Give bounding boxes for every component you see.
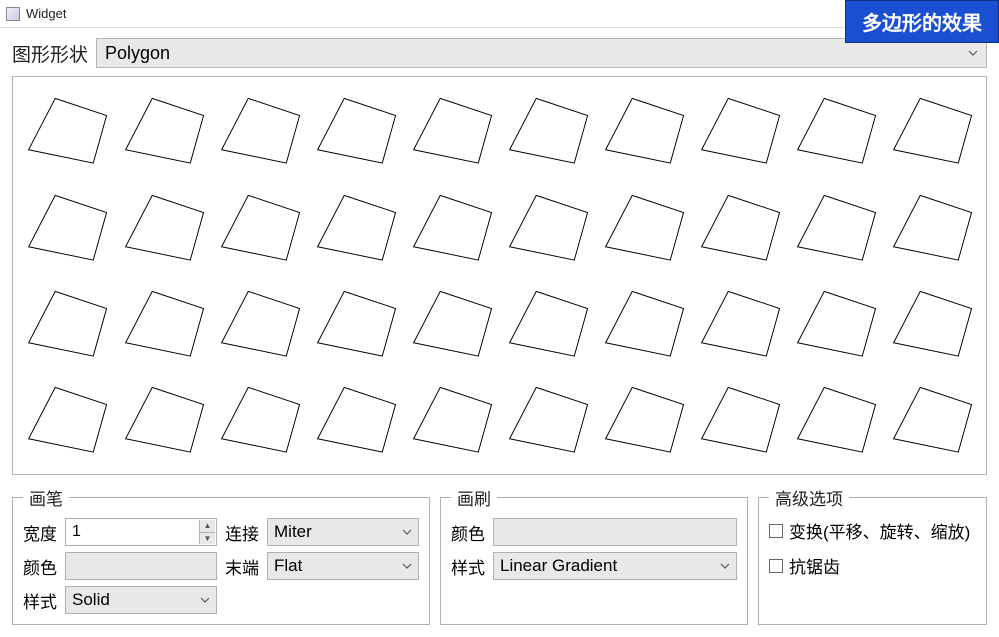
pen-color-label: 颜色 [23,554,57,579]
spin-down-button[interactable]: ▼ [199,533,215,545]
brush-color-label: 颜色 [451,520,485,545]
polygon-shape [884,372,980,468]
polygon-shape [596,83,692,179]
polygon-shape [115,179,211,275]
brush-legend: 画刷 [451,485,497,510]
polygon-shape [307,276,403,372]
polygon-shape [307,179,403,275]
pen-style-label: 样式 [23,588,57,613]
polygon-shape [499,372,595,468]
polygon-shape [115,83,211,179]
polygon-shape [19,179,115,275]
pen-style-select[interactable]: Solid [65,586,217,614]
polygon-shape [19,372,115,468]
chevron-down-icon [402,527,412,537]
polygon-shape [692,83,788,179]
pen-width-input[interactable]: 1 ▲ ▼ [65,518,217,546]
polygon-shape [211,372,307,468]
polygon-shape [211,276,307,372]
polygon-shape [115,276,211,372]
polygon-shape [499,83,595,179]
polygon-shape [788,276,884,372]
pen-cap-value: Flat [274,556,302,576]
polygon-shape [596,372,692,468]
pen-group: 画笔 宽度 1 ▲ ▼ 连接 Miter 颜色 末端 [12,485,430,625]
brush-group: 画刷 颜色 样式 Linear Gradient [440,485,748,625]
polygon-shape [596,179,692,275]
shape-select-value: Polygon [105,43,170,64]
chevron-down-icon [402,561,412,571]
render-area [12,76,987,475]
polygon-shape [788,83,884,179]
polygon-shape [115,372,211,468]
pen-width-label: 宽度 [23,520,57,545]
advanced-legend: 高级选项 [769,485,849,510]
polygon-shape [403,276,499,372]
pen-join-select[interactable]: Miter [267,518,419,546]
polygon-shape [596,276,692,372]
polygon-shape [19,83,115,179]
polygon-shape [307,372,403,468]
transform-label: 变换(平移、旋转、缩放) [789,518,970,543]
polygon-shape [403,372,499,468]
banner-label: 多边形的效果 [845,0,999,43]
pen-legend: 画笔 [23,485,69,510]
chevron-down-icon [200,595,210,605]
polygon-shape [211,83,307,179]
polygon-shape [692,276,788,372]
pen-join-value: Miter [274,522,312,542]
chevron-down-icon [720,561,730,571]
polygon-shape [884,179,980,275]
polygon-shape [692,179,788,275]
pen-color-button[interactable] [65,552,217,580]
chevron-down-icon [968,48,978,58]
polygon-shape [403,179,499,275]
antialias-checkbox[interactable] [769,559,783,573]
polygon-shape [211,179,307,275]
window-title: Widget [26,6,66,21]
polygon-shape [499,276,595,372]
polygon-shape [692,372,788,468]
polygon-shape [307,83,403,179]
pen-join-label: 连接 [225,520,259,545]
brush-color-button[interactable] [493,518,737,546]
polygon-shape [499,179,595,275]
advanced-group: 高级选项 变换(平移、旋转、缩放) 抗锯齿 [758,485,987,625]
polygon-shape [884,276,980,372]
brush-style-label: 样式 [451,554,485,579]
shape-label: 图形形状 [12,40,88,67]
app-icon [6,7,20,21]
polygon-shape [19,276,115,372]
polygon-shape [788,372,884,468]
pen-cap-select[interactable]: Flat [267,552,419,580]
brush-style-value: Linear Gradient [500,556,617,576]
pen-cap-label: 末端 [225,554,259,579]
pen-width-value: 1 [72,523,81,541]
polygon-shape [788,179,884,275]
pen-style-value: Solid [72,590,110,610]
brush-style-select[interactable]: Linear Gradient [493,552,737,580]
polygon-shape [403,83,499,179]
antialias-label: 抗锯齿 [789,553,840,578]
spin-up-button[interactable]: ▲ [199,520,215,533]
polygon-shape [884,83,980,179]
transform-checkbox[interactable] [769,524,783,538]
